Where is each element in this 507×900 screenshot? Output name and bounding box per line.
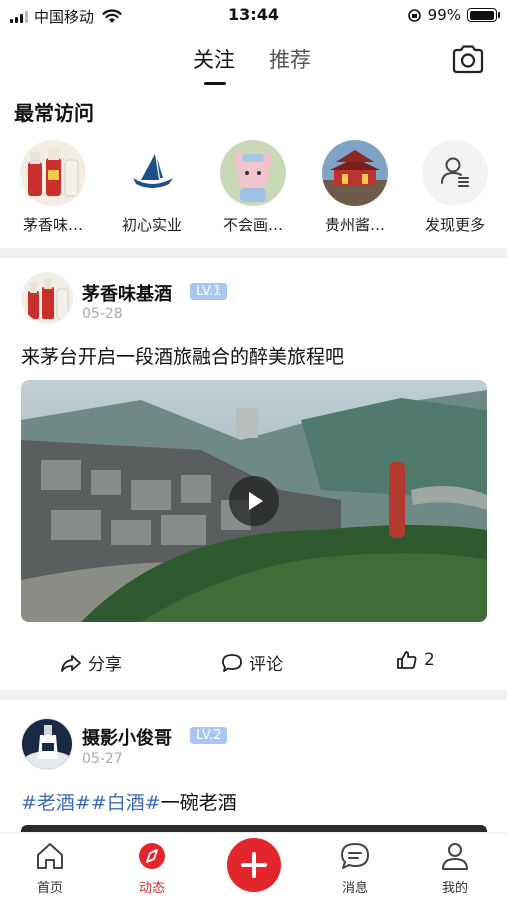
nav-label: 我的 [441,881,468,896]
nav-profile[interactable]: 我的 [420,841,490,896]
discover-user-icon [441,157,469,187]
section-divider [0,690,507,700]
visited-label: 茅香味… [22,216,83,234]
nav-label: 动态 [138,881,165,896]
nav-label: 首页 [36,881,63,896]
post-date: 05-28 [82,306,123,322]
visited-label: 不会画… [222,216,283,234]
nav-home[interactable]: 首页 [15,841,85,896]
comment-label: 评论 [249,655,283,675]
visited-avatar [220,140,286,206]
visited-label: 贵州酱… [324,216,385,234]
visited-avatar [119,140,185,206]
thumbs-up-icon [397,651,417,669]
post-actions: 分享 评论 2 [0,642,507,682]
camera-icon[interactable] [451,44,485,74]
author-name[interactable]: 茅香味基酒 [82,280,172,306]
tab-follow[interactable]: 关注 [193,44,235,74]
author-name[interactable]: 摄影小俊哥 [82,724,172,750]
comment-icon [222,653,242,672]
share-button[interactable]: 分享 [60,650,122,675]
like-count: 2 [424,650,435,670]
visited-label: 初心实业 [121,216,182,234]
battery-percent: 99% [427,6,461,24]
battery-icon [467,8,500,22]
active-tab-indicator [204,82,226,85]
post-date: 05-27 [82,751,123,767]
visited-item[interactable]: 初心实业 [107,140,197,235]
discover-more[interactable]: 发现更多 [410,140,500,235]
post-card: 摄影小俊哥 LV.2 05-27 #老酒##白酒#一碗老酒 [0,700,507,832]
visited-item[interactable]: 茅香味… [8,140,98,235]
post-text-body: 一碗老酒 [160,792,237,814]
comment-button[interactable]: 评论 [221,650,283,675]
message-icon [341,843,369,869]
visited-item[interactable]: 不会画… [208,140,298,235]
bottom-nav: 首页 动态 消息 我的 [0,832,507,900]
status-right: 99% [407,6,500,24]
discover-avatar [422,140,488,206]
author-avatar[interactable] [21,718,73,770]
level-badge: LV.1 [190,283,228,300]
post-text[interactable]: #老酒##白酒#一碗老酒 [21,788,237,815]
hashtag-link[interactable]: #老酒# [21,792,91,814]
add-post-button[interactable] [227,838,281,892]
share-label: 分享 [88,655,122,675]
hashtag-link[interactable]: #白酒# [91,792,161,814]
visited-avatar [322,140,388,206]
top-tabs: 关注 推荐 [0,40,507,90]
post-card: 茅香味基酒 LV.1 05-28 来茅台开启一段酒旅融合的醉美旅程吧 分享 评论… [0,258,507,688]
most-visited-list: 茅香味… 初心实业 不会画… 贵州酱… 发现更多 [0,140,507,240]
nav-messages[interactable]: 消息 [320,841,390,896]
author-avatar[interactable] [21,272,73,324]
share-icon [61,654,81,672]
compass-icon [139,843,165,869]
visited-item[interactable]: 贵州酱… [310,140,400,235]
visited-avatar [20,140,86,206]
post-text[interactable]: 来茅台开启一段酒旅融合的醉美旅程吧 [21,342,344,369]
status-bar: 中国移动 13:44 99% [0,0,507,34]
video-thumbnail[interactable] [21,380,487,622]
user-icon [442,843,468,870]
level-badge: LV.2 [190,727,228,744]
like-button[interactable]: 2 [396,650,435,670]
tab-recommend[interactable]: 推荐 [269,44,311,74]
discover-label: 发现更多 [424,216,485,234]
section-divider [0,248,507,258]
most-visited-title: 最常访问 [14,101,94,125]
play-icon[interactable] [229,476,279,526]
home-icon [37,843,63,869]
orientation-lock-icon [407,8,421,22]
nav-label: 消息 [341,881,368,896]
nav-feed[interactable]: 动态 [117,841,187,896]
